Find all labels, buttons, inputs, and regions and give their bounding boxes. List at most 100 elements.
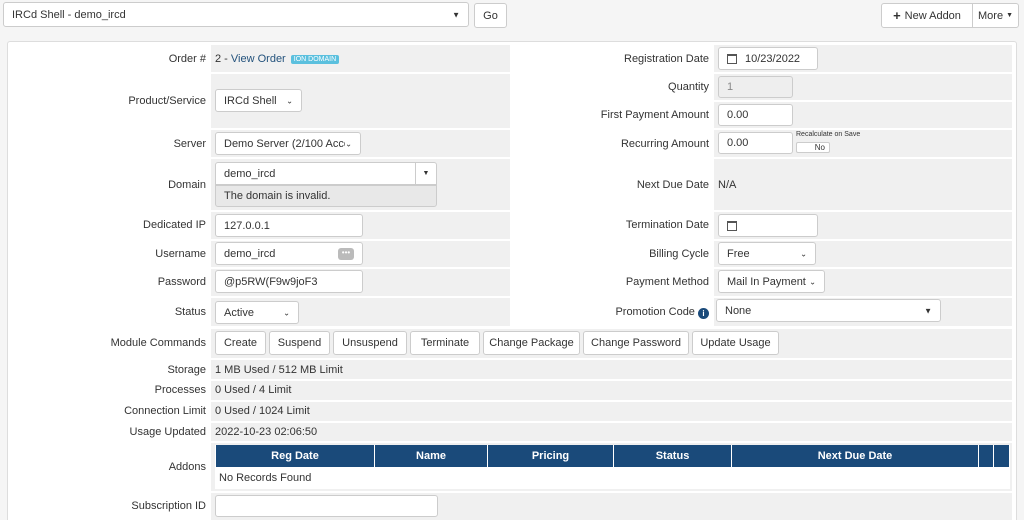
billing-cycle-label: Billing Cycle	[649, 248, 709, 260]
domain-error-text: The domain is invalid.	[224, 190, 331, 202]
plus-icon: +	[893, 8, 901, 23]
change-package-button[interactable]: Change Package	[483, 331, 580, 355]
username-label: Username	[155, 248, 206, 260]
info-icon[interactable]: i	[698, 308, 709, 319]
status-select-value: Active	[224, 306, 254, 319]
dedicated-ip-input[interactable]: 127.0.0.1	[215, 214, 363, 237]
calendar-icon	[727, 220, 737, 231]
more-label: More	[978, 9, 1004, 22]
usage-updated-value: 2022-10-23 02:06:50	[215, 426, 318, 438]
go-button-label: Go	[483, 9, 498, 22]
view-order-link[interactable]: View Order	[231, 53, 286, 65]
quantity-label: Quantity	[668, 81, 709, 93]
caret-down-icon: ▼	[924, 306, 932, 315]
connection-limit-value: 0 Used / 1024 Limit	[215, 405, 310, 417]
next-due-label: Next Due Date	[636, 179, 709, 191]
server-label: Server	[173, 138, 206, 150]
server-select-value: Demo Server (2/100 Acco	[224, 137, 350, 150]
col-next-due-date[interactable]: Next Due Date	[732, 445, 979, 467]
create-button[interactable]: Create	[215, 331, 266, 355]
promo-label-text: Promotion Code	[615, 306, 695, 318]
divider	[714, 128, 1012, 130]
order-badge: ION DOMAIN	[290, 54, 340, 64]
divider	[211, 358, 1012, 360]
recurring-input[interactable]: 0.00	[718, 132, 793, 154]
col-reg-date[interactable]: Reg Date	[216, 445, 375, 467]
chevron-down-icon: ⌄	[345, 139, 352, 148]
promo-code-value: None	[725, 304, 752, 317]
more-button[interactable]: More ▼	[972, 3, 1019, 28]
username-input[interactable]: demo_ircd •••	[215, 242, 363, 265]
first-payment-label: First Payment Amount	[600, 109, 709, 121]
processes-label: Processes	[154, 384, 206, 396]
service-select[interactable]: IRCd Shell - demo_ircd ▼	[3, 2, 469, 27]
order-label: Order #	[168, 53, 206, 65]
server-select[interactable]: Demo Server (2/100 Acco ⌄	[215, 132, 361, 155]
reg-date-value: 10/23/2022	[745, 52, 801, 65]
domain-input[interactable]: demo_ircd	[215, 162, 416, 185]
product-select[interactable]: IRCd Shell ⌄	[215, 89, 302, 112]
addons-empty-message: No Records Found	[219, 472, 312, 484]
module-commands-label: Module Commands	[110, 337, 206, 349]
update-usage-button[interactable]: Update Usage	[692, 331, 779, 355]
product-label: Product/Service	[128, 95, 206, 107]
go-button[interactable]: Go	[474, 3, 507, 28]
password-label: Password	[157, 276, 206, 288]
recalculate-label: Recalculate on Save	[796, 131, 861, 138]
recalculate-toggle[interactable]: No	[796, 142, 830, 153]
subscription-id-label: Subscription ID	[131, 500, 206, 512]
storage-value: 1 MB Used / 512 MB Limit	[215, 364, 343, 376]
reg-date-input[interactable]: 10/23/2022	[718, 47, 818, 70]
subscription-id-input[interactable]	[215, 495, 438, 517]
recalculate-toggle-text: No	[814, 143, 825, 152]
payment-method-label: Payment Method	[625, 276, 709, 288]
divider	[211, 267, 1012, 269]
promo-code-select[interactable]: None ▼	[716, 299, 941, 322]
order-info: 2 - View Order ION DOMAIN	[215, 53, 340, 65]
password-value: @p5RW(F9w9joF3	[224, 275, 318, 288]
divider	[211, 379, 1012, 381]
usage-updated-label: Usage Updated	[129, 426, 206, 438]
terminate-button[interactable]: Terminate	[410, 331, 480, 355]
col-pricing[interactable]: Pricing	[488, 445, 614, 467]
status-select[interactable]: Active ⌄	[215, 301, 299, 324]
next-due-value: N/A	[718, 179, 737, 191]
termination-label: Termination Date	[625, 219, 709, 231]
recurring-label: Recurring Amount	[620, 138, 709, 150]
quantity-value: 1	[727, 81, 734, 93]
password-input[interactable]: @p5RW(F9w9joF3	[215, 270, 363, 293]
chevron-down-icon: ▼	[452, 10, 460, 19]
status-label: Status	[174, 306, 206, 318]
first-payment-value: 0.00	[727, 109, 749, 121]
first-payment-input[interactable]: 0.00	[718, 104, 793, 126]
service-select-value: IRCd Shell - demo_ircd	[12, 8, 126, 21]
divider	[211, 421, 1012, 423]
col-status[interactable]: Status	[614, 445, 732, 467]
payment-method-value: Mail In Payment	[727, 275, 806, 288]
termination-date-input[interactable]	[718, 214, 818, 237]
processes-value: 0 Used / 4 Limit	[215, 384, 292, 396]
addons-label: Addons	[168, 461, 206, 473]
domain-dropdown-button[interactable]: ▼	[415, 162, 437, 185]
chevron-down-icon: ⌄	[800, 249, 807, 258]
payment-method-select[interactable]: Mail In Payment ⌄	[718, 270, 825, 293]
divider	[714, 100, 1012, 102]
col-name[interactable]: Name	[375, 445, 488, 467]
change-password-button[interactable]: Change Password	[583, 331, 689, 355]
more-dots-icon[interactable]: •••	[338, 248, 354, 260]
calendar-icon	[727, 53, 737, 64]
caret-down-icon: ▼	[1006, 12, 1013, 19]
divider	[211, 296, 1012, 298]
divider	[211, 157, 510, 159]
suspend-button[interactable]: Suspend	[269, 331, 330, 355]
billing-cycle-select[interactable]: Free ⌄	[718, 242, 816, 265]
unsuspend-button[interactable]: Unsuspend	[333, 331, 407, 355]
connection-limit-label: Connection Limit	[124, 405, 206, 417]
new-addon-button[interactable]: + New Addon	[881, 3, 973, 28]
divider	[211, 400, 1012, 402]
dedicated-ip-label: Dedicated IP	[143, 219, 206, 231]
chevron-down-icon: ⌄	[809, 277, 816, 286]
chevron-down-icon: ⌄	[283, 308, 290, 317]
divider	[211, 72, 1012, 74]
new-addon-label: New Addon	[904, 9, 961, 22]
